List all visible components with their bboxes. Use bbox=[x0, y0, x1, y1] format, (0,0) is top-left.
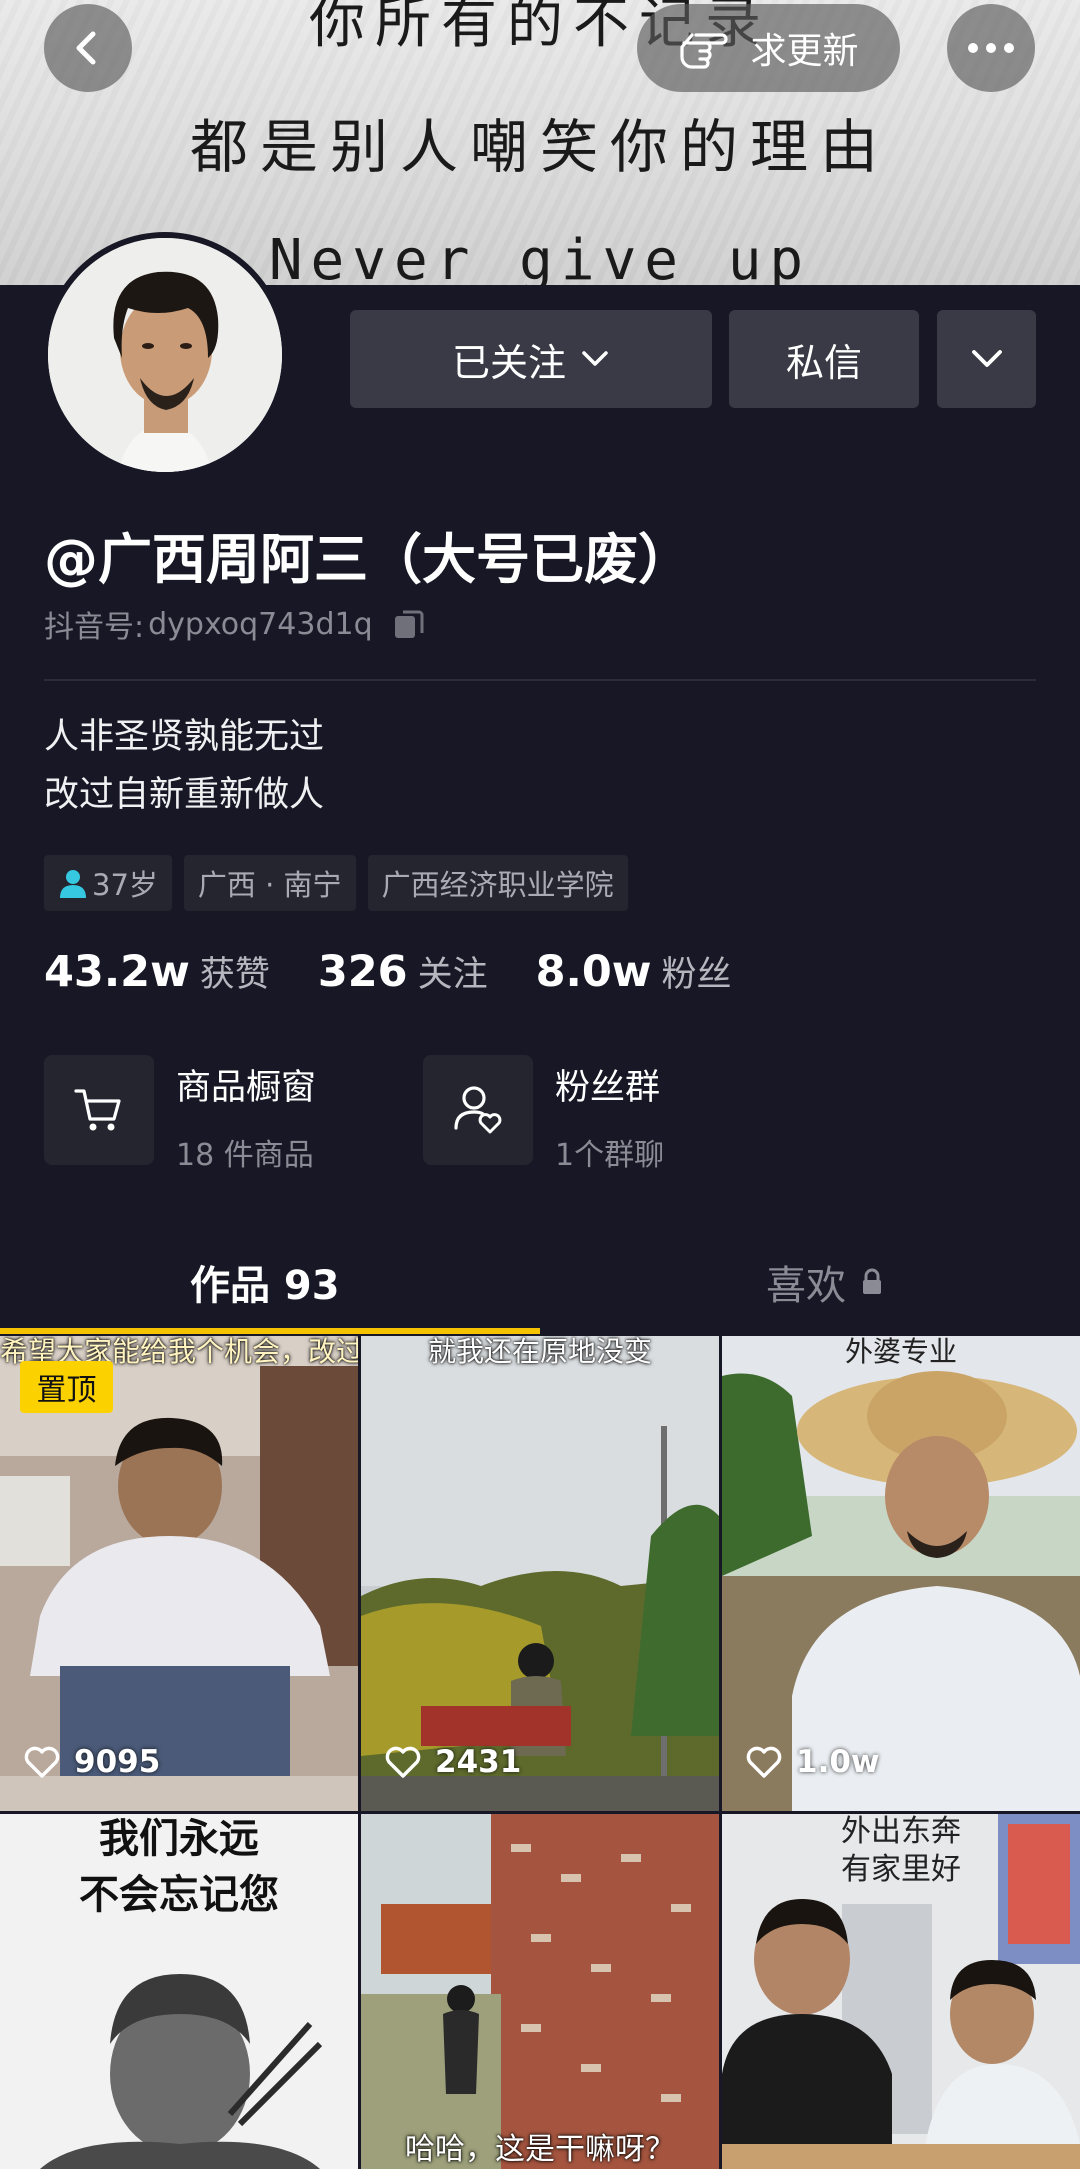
video-caption-line-2: 不会忘记您 bbox=[79, 1872, 279, 1918]
profile-stats: 43.2w 获赞 326 关注 8.0w 粉丝 bbox=[44, 946, 780, 997]
stat-following-label: 关注 bbox=[417, 955, 488, 995]
fan-group-count: 1个群聊 bbox=[555, 1138, 665, 1173]
copy-icon[interactable] bbox=[391, 606, 427, 642]
age-tag: 37岁 bbox=[44, 855, 172, 911]
fan-group-icon bbox=[454, 1086, 502, 1134]
video-caption: 就我还在原地没变 bbox=[427, 1336, 652, 1368]
bio-line-2: 改过自新重新做人 bbox=[44, 775, 325, 815]
followed-label: 已关注 bbox=[451, 340, 566, 385]
video-tile[interactable]: 我们永远 不会忘记您 bbox=[0, 1814, 358, 2169]
video-caption-line-1: 我们永远 bbox=[99, 1816, 259, 1862]
school-tag-label: 广西经济职业学院 bbox=[381, 868, 614, 902]
tab-likes[interactable]: 喜欢 bbox=[766, 1253, 884, 1311]
message-label: 私信 bbox=[785, 340, 862, 385]
location-tag: 广西 · 南宁 bbox=[183, 855, 356, 911]
video-grid: 希望大家能给我个机会，改过自新、重新做人！ 置顶 9095 就我还在原地没变 bbox=[0, 1336, 1080, 2169]
douyin-id: 抖音号: dypxoq743d1q bbox=[44, 602, 427, 646]
profile-name: @广西周阿三（大号已废） bbox=[44, 528, 692, 591]
pinned-badge: 置顶 bbox=[20, 1361, 113, 1413]
video-like-count-value: 9095 bbox=[74, 1744, 161, 1780]
product-showcase-count: 18 件商品 bbox=[176, 1138, 314, 1173]
video-tile[interactable]: 哈哈，这是干嘛呀？ bbox=[361, 1814, 719, 2169]
more-options-button[interactable] bbox=[947, 4, 1035, 92]
product-showcase-entry[interactable]: 商品橱窗 18 件商品 bbox=[44, 1055, 316, 1174]
video-like-count: 9095 bbox=[24, 1744, 160, 1780]
stat-likes-count: 43.2w bbox=[44, 947, 190, 997]
more-dots-icon bbox=[968, 43, 1014, 53]
stat-followers[interactable]: 8.0w 粉丝 bbox=[536, 946, 732, 997]
chevron-down-icon bbox=[582, 351, 608, 366]
video-tile[interactable]: 外出东奔 有家里好 bbox=[722, 1814, 1080, 2169]
stat-followers-label: 粉丝 bbox=[661, 955, 732, 995]
request-update-label: 求更新 bbox=[750, 31, 859, 72]
heart-icon bbox=[746, 1746, 782, 1778]
video-tile[interactable]: 希望大家能给我个机会，改过自新、重新做人！ 置顶 9095 bbox=[0, 1336, 358, 1811]
video-like-count-value: 2431 bbox=[435, 1744, 522, 1780]
age-tag-label: 37岁 bbox=[92, 868, 158, 902]
bio: 人非圣贤孰能无过 改过自新重新做人 bbox=[44, 708, 324, 824]
location-tag-label: 广西 · 南宁 bbox=[197, 868, 342, 902]
lock-icon bbox=[863, 1268, 881, 1294]
tab-likes-label: 喜欢 bbox=[766, 1263, 846, 1309]
stat-following-count: 326 bbox=[317, 947, 408, 997]
bio-line-1: 人非圣贤孰能无过 bbox=[44, 717, 325, 757]
fan-icon-box bbox=[423, 1055, 533, 1165]
request-update-button[interactable]: 求更新 bbox=[637, 4, 900, 92]
profile-tabs: 作品 93 喜欢 bbox=[0, 1225, 1080, 1335]
school-tag[interactable]: 广西经济职业学院 bbox=[367, 855, 628, 911]
avatar[interactable] bbox=[42, 232, 288, 478]
video-caption: 外婆专业 bbox=[844, 1336, 957, 1368]
back-button[interactable] bbox=[44, 4, 132, 92]
video-like-count: 1.0w bbox=[746, 1744, 880, 1780]
person-icon bbox=[60, 870, 86, 898]
shopping-cart-icon bbox=[74, 1089, 121, 1131]
chevron-left-icon bbox=[76, 31, 96, 65]
stat-following[interactable]: 326 关注 bbox=[318, 946, 488, 997]
heart-icon bbox=[385, 1746, 421, 1778]
video-tile[interactable]: 就我还在原地没变 2431 bbox=[361, 1336, 719, 1811]
chevron-down-icon bbox=[971, 350, 1002, 367]
video-caption-line-2: 有家里好 bbox=[841, 1852, 961, 1887]
tab-works[interactable]: 作品 93 bbox=[190, 1253, 340, 1311]
profile-tags: 37岁 广西 · 南宁 广西经济职业学院 bbox=[44, 855, 628, 911]
recommend-dropdown-button[interactable] bbox=[937, 310, 1036, 408]
video-like-count: 2431 bbox=[385, 1744, 521, 1780]
heart-icon bbox=[24, 1746, 60, 1778]
tab-active-indicator bbox=[0, 1328, 540, 1334]
divider bbox=[44, 679, 1036, 681]
message-button[interactable]: 私信 bbox=[729, 310, 919, 408]
video-thumbnail bbox=[361, 1336, 719, 1811]
stat-followers-count: 8.0w bbox=[535, 947, 652, 997]
video-caption: 哈哈，这是干嘛呀？ bbox=[405, 2132, 675, 2167]
douyin-id-label: 抖音号: bbox=[44, 610, 145, 645]
video-thumbnail bbox=[361, 1814, 719, 2169]
fan-group-title: 粉丝群 bbox=[555, 1068, 661, 1108]
banner-text-line-2: 都是别人嘲笑你的理由 bbox=[189, 113, 890, 181]
video-thumbnail bbox=[722, 1336, 1080, 1811]
product-showcase-title: 商品橱窗 bbox=[176, 1068, 317, 1108]
fan-group-entry[interactable]: 粉丝群 1个群聊 bbox=[423, 1055, 664, 1174]
avatar-photo bbox=[48, 238, 282, 472]
pointing-hand-icon bbox=[680, 33, 729, 69]
douyin-id-value: dypxoq743d1q bbox=[148, 606, 373, 642]
video-tile[interactable]: 外婆专业 1.0w bbox=[722, 1336, 1080, 1811]
stat-likes[interactable]: 43.2w 获赞 bbox=[44, 946, 270, 997]
followed-button[interactable]: 已关注 bbox=[350, 310, 712, 408]
cart-icon-box bbox=[44, 1055, 154, 1165]
video-like-count-value: 1.0w bbox=[796, 1744, 880, 1780]
banner-text-line-1: 你所有的不记录 bbox=[309, 0, 771, 56]
stat-likes-label: 获赞 bbox=[199, 955, 270, 995]
